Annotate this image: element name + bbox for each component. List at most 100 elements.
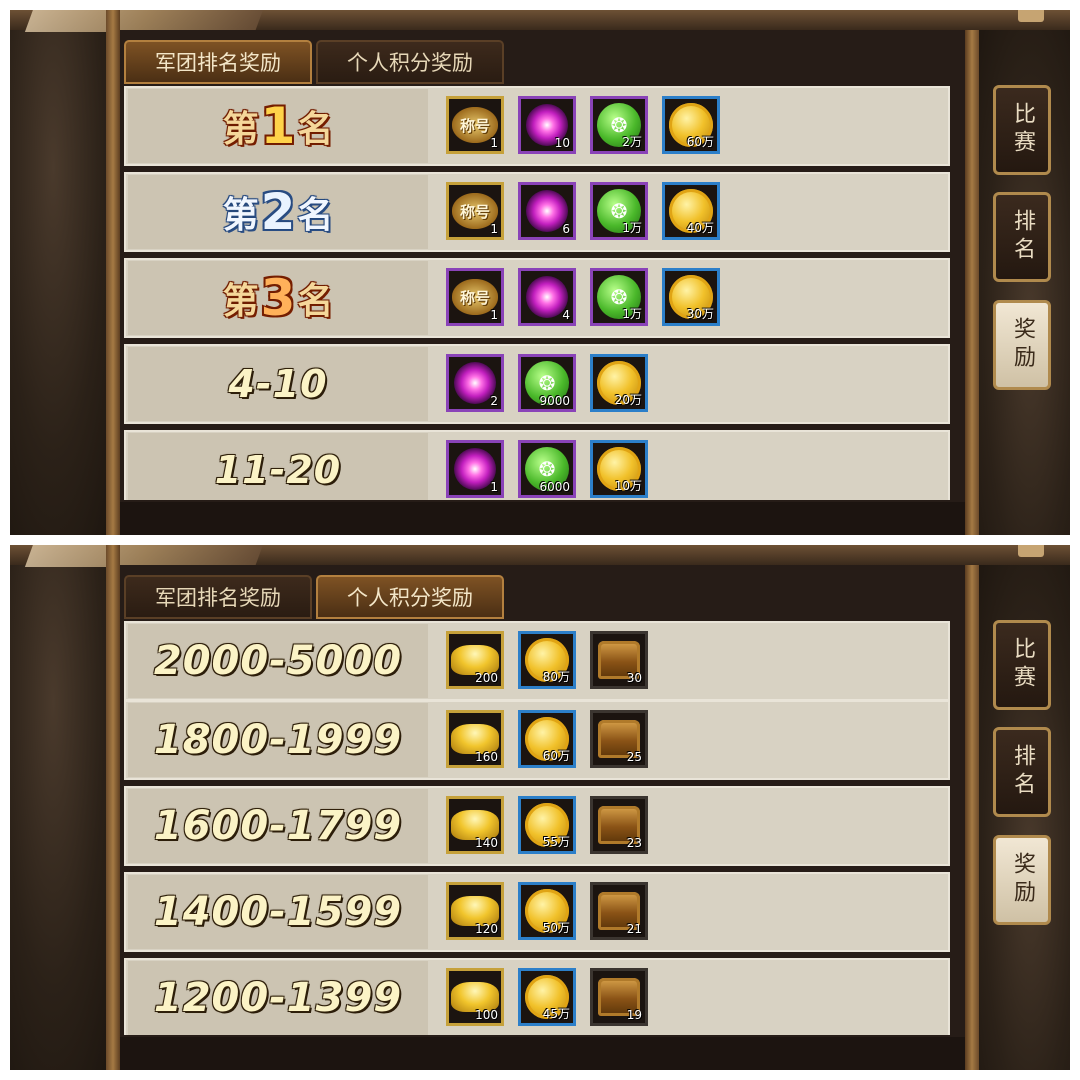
rank-suffix: 名 (297, 108, 334, 150)
reward-item-coin[interactable]: 80万 (518, 631, 576, 689)
reward-item-chest[interactable]: 30 (590, 631, 648, 689)
item-quantity: 9000 (539, 394, 570, 408)
reward-item-coin[interactable]: 60万 (662, 96, 720, 154)
frame-left (106, 545, 120, 1070)
rank-place-label: 第 2 名 (223, 183, 334, 241)
reward-item-paw[interactable]: ❂ 9000 (518, 354, 576, 412)
reward-row: 4-10 2 ❂ 9000 20万 (124, 344, 950, 424)
tab-personal-score-reward[interactable]: 个人积分奖励 (316, 40, 504, 84)
reward-item-paw[interactable]: ❂ 2万 (590, 96, 648, 154)
item-quantity: 1万 (622, 221, 642, 235)
reward-row: 11-20 1 ❂ 6000 10万 (124, 430, 950, 500)
side-button-ranking[interactable]: 排名 (993, 192, 1051, 282)
reward-item-coin[interactable]: 10万 (590, 440, 648, 498)
reward-item-coin[interactable]: 50万 (518, 882, 576, 940)
reward-item-coin[interactable]: 55万 (518, 796, 576, 854)
side-button-reward[interactable]: 奖励 (993, 300, 1051, 390)
reward-item-title[interactable]: 称号 1 (446, 268, 504, 326)
reward-row: 第 2 名 称号 1 6 ❂ 1万 40万 (124, 172, 950, 252)
item-quantity: 2 (490, 394, 498, 408)
reward-row: 1400-1599 120 50万 21 (124, 872, 950, 952)
rank-cell: 11-20 (128, 433, 428, 500)
reward-items: 1 ❂ 6000 10万 (446, 440, 648, 500)
reward-item-orb[interactable]: 1 (446, 440, 504, 498)
reward-item-coin[interactable]: 40万 (662, 182, 720, 240)
rank-cell: 第 2 名 (128, 175, 428, 249)
rank-number: 2 (260, 183, 296, 241)
reward-items: 称号 1 4 ❂ 1万 30万 (446, 268, 720, 328)
score-range: 1400-1599 (153, 889, 403, 935)
side-button-ranking[interactable]: 排名 (993, 727, 1051, 817)
rank-place-label: 第 3 名 (223, 269, 334, 327)
team-rank-reward-panel: 军团排名奖励 个人积分奖励 第 1 名 称号 1 10 ❂ 2万 60万 第 2… (10, 10, 1070, 535)
reward-item-chest[interactable]: 19 (590, 968, 648, 1026)
corner-button[interactable] (1018, 545, 1044, 557)
reward-item-title[interactable]: 称号 1 (446, 182, 504, 240)
background-left (10, 10, 118, 535)
frame-left (106, 10, 120, 535)
rank-cell: 1800-1999 (128, 703, 428, 777)
reward-item-ingot[interactable]: 120 (446, 882, 504, 940)
reward-item-orb[interactable]: 2 (446, 354, 504, 412)
item-quantity: 140 (475, 836, 498, 850)
tab-team-rank-reward[interactable]: 军团排名奖励 (124, 575, 312, 619)
side-button-match[interactable]: 比赛 (993, 620, 1051, 710)
reward-item-title[interactable]: 称号 1 (446, 96, 504, 154)
item-quantity: 21 (626, 922, 642, 936)
item-quantity: 10 (554, 136, 570, 150)
reward-item-chest[interactable]: 21 (590, 882, 648, 940)
rank-prefix: 第 (222, 280, 259, 322)
rank-cell: 第 1 名 (128, 89, 428, 163)
reward-item-ingot[interactable]: 100 (446, 968, 504, 1026)
rank-range: 4-10 (228, 362, 328, 406)
reward-items: 称号 1 6 ❂ 1万 40万 (446, 182, 720, 242)
reward-item-paw[interactable]: ❂ 6000 (518, 440, 576, 498)
item-quantity: 19 (626, 1008, 642, 1022)
corner-button[interactable] (1018, 10, 1044, 22)
reward-item-paw[interactable]: ❂ 1万 (590, 268, 648, 326)
rank-number: 3 (260, 269, 296, 327)
reward-item-orb[interactable]: 6 (518, 182, 576, 240)
score-range: 1200-1399 (153, 975, 403, 1021)
side-button-reward[interactable]: 奖励 (993, 835, 1051, 925)
side-button-match[interactable]: 比赛 (993, 85, 1051, 175)
reward-item-coin[interactable]: 30万 (662, 268, 720, 326)
reward-item-chest[interactable]: 23 (590, 796, 648, 854)
tab-personal-score-reward[interactable]: 个人积分奖励 (316, 575, 504, 619)
reward-item-orb[interactable]: 4 (518, 268, 576, 326)
item-quantity: 55万 (542, 835, 570, 849)
reward-items: 160 60万 25 (446, 710, 648, 770)
reward-item-orb[interactable]: 10 (518, 96, 576, 154)
rank-prefix: 第 (222, 108, 259, 150)
background-left (10, 545, 118, 1070)
rank-cell: 1200-1399 (128, 961, 428, 1035)
reward-list[interactable]: 2000-5000 200 80万 30 1800-1999 160 60万 2… (124, 621, 950, 1035)
reward-list[interactable]: 第 1 名 称号 1 10 ❂ 2万 60万 第 2 名 称号 1 6 ❂ 1万… (124, 86, 950, 500)
item-quantity: 80万 (542, 670, 570, 684)
reward-row: 1200-1399 100 45万 19 (124, 958, 950, 1035)
reward-item-ingot[interactable]: 140 (446, 796, 504, 854)
rank-cell: 第 3 名 (128, 261, 428, 335)
footer-bar (120, 1037, 965, 1070)
reward-item-coin[interactable]: 45万 (518, 968, 576, 1026)
item-quantity: 23 (626, 836, 642, 850)
item-quantity: 45万 (542, 1007, 570, 1021)
reward-items: 称号 1 10 ❂ 2万 60万 (446, 96, 720, 156)
reward-item-ingot[interactable]: 160 (446, 710, 504, 768)
rank-cell: 4-10 (128, 347, 428, 421)
item-quantity: 25 (626, 750, 642, 764)
reward-item-coin[interactable]: 60万 (518, 710, 576, 768)
score-range: 1600-1799 (153, 803, 403, 849)
score-range: 2000-5000 (153, 638, 403, 684)
rank-cell: 1400-1599 (128, 875, 428, 949)
reward-item-paw[interactable]: ❂ 1万 (590, 182, 648, 240)
frame-right (965, 565, 979, 1070)
tab-team-rank-reward[interactable]: 军团排名奖励 (124, 40, 312, 84)
item-quantity: 60万 (542, 749, 570, 763)
reward-item-coin[interactable]: 20万 (590, 354, 648, 412)
rank-suffix: 名 (297, 194, 334, 236)
reward-item-chest[interactable]: 25 (590, 710, 648, 768)
reward-item-ingot[interactable]: 200 (446, 631, 504, 689)
item-quantity: 4 (562, 308, 570, 322)
reward-items: 200 80万 30 (446, 631, 648, 691)
